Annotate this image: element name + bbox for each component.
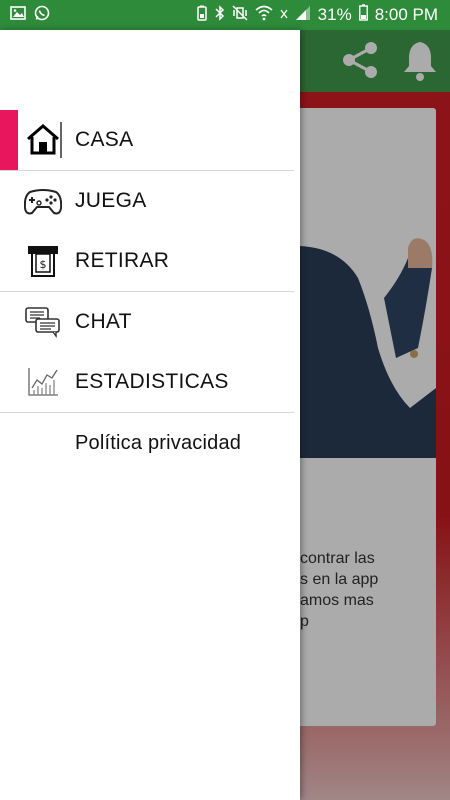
drawer-item-privacy-policy[interactable]: Política privacidad (0, 413, 300, 473)
statistics-icon (24, 364, 62, 400)
privacy-policy-label: Política privacidad (75, 432, 242, 454)
drawer-item-label: CASA (75, 128, 134, 151)
data-off-icon (280, 6, 288, 24)
battery-saver-icon (196, 5, 208, 26)
battery-icon (358, 4, 368, 26)
drawer-item-label: JUEGA (75, 189, 147, 212)
drawer-item-label: ESTADISTICAS (75, 370, 229, 393)
drawer-item-retirar[interactable]: $ RETIRAR (0, 231, 300, 291)
drawer-item-juega[interactable]: JUEGA (0, 171, 300, 231)
image-notification-icon (10, 5, 26, 25)
drawer-menu: CASA JUEGA $ RETIRAR CHAT ESTADISTICAS P… (0, 110, 300, 473)
drawer-item-estadisticas[interactable]: ESTADISTICAS (0, 352, 300, 412)
home-icon (24, 122, 62, 158)
status-bar: 31% 8:00 PM (0, 0, 450, 30)
status-right: 31% 8:00 PM (196, 0, 438, 30)
svg-text:$: $ (40, 258, 47, 271)
drawer-item-label: RETIRAR (75, 249, 170, 272)
atm-withdraw-icon: $ (24, 243, 62, 279)
gamepad-icon (24, 183, 62, 219)
status-left (0, 5, 50, 26)
battery-percent: 31% (317, 5, 352, 24)
active-indicator (0, 110, 18, 170)
drawer-item-chat[interactable]: CHAT (0, 292, 300, 352)
signal-icon (295, 5, 311, 26)
navigation-drawer: CASA JUEGA $ RETIRAR CHAT ESTADISTICAS P… (0, 30, 300, 800)
vibrate-mute-icon (232, 4, 248, 26)
whatsapp-notification-icon (34, 5, 50, 26)
drawer-item-label: CHAT (75, 310, 132, 333)
bluetooth-icon (215, 4, 225, 26)
chat-icon (24, 304, 62, 340)
drawer-item-casa[interactable]: CASA (0, 110, 300, 170)
wifi-icon (255, 5, 273, 26)
clock: 8:00 PM (374, 5, 438, 24)
